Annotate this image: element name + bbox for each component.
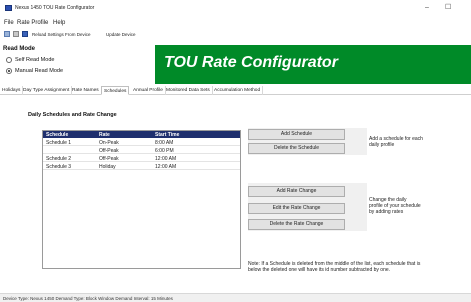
save-icon[interactable] — [13, 31, 19, 37]
open-icon[interactable] — [4, 31, 10, 37]
menu-bar: File Rate Profile Help — [0, 20, 471, 29]
table-row[interactable]: Schedule 2 Off-Peak 12:00 AM — [43, 155, 240, 162]
schedule-actions-description: Add a schedule for each daily profile — [369, 136, 423, 148]
toolbar: Reload Settings From Device Update Devic… — [0, 30, 471, 40]
cell-schedule: Schedule 1 — [46, 140, 72, 146]
column-header-start-time[interactable]: Start Time — [155, 132, 179, 138]
menu-file[interactable]: File — [4, 20, 14, 26]
schedule-actions-group: Add Schedule Delete the Schedule — [248, 128, 367, 155]
tab-rate-names[interactable]: Rate Names — [70, 86, 102, 95]
tab-accumulation-method[interactable]: Accumulation Method — [212, 86, 264, 95]
cell-rate: Holiday — [99, 164, 116, 170]
column-header-rate[interactable]: Rate — [99, 132, 110, 138]
self-read-mode-radio[interactable] — [6, 57, 12, 63]
schedules-panel: Daily Schedules and Rate Change Schedule… — [0, 95, 471, 293]
delete-rate-change-button[interactable]: Delete the Rate Change — [248, 219, 345, 230]
tab-bar: Holidays Day Type Assignment Rate Names … — [0, 86, 471, 95]
table-row[interactable]: Schedule 1 On-Peak 8:00 AM — [43, 139, 240, 146]
app-icon — [5, 5, 12, 11]
status-text: Device Type: Nexus 1450 Demand Type: Blo… — [3, 296, 173, 301]
table-header: Schedule Rate Start Time — [43, 131, 240, 138]
tab-day-type-assignment[interactable]: Day Type Assignment — [21, 86, 73, 95]
schedule-table[interactable]: Schedule Rate Start Time Schedule 1 On-P… — [42, 130, 241, 269]
cell-start-time: 12:00 AM — [155, 156, 177, 162]
table-row[interactable]: Off-Peak 6:00 PM — [43, 147, 240, 154]
rate-actions-description: Change the daily profile of your schedul… — [369, 197, 421, 215]
tab-monitored-data-sets[interactable]: Monitored Data Sets — [164, 86, 213, 95]
tab-schedules[interactable]: Schedules — [101, 86, 130, 95]
manual-read-mode-label: Manual Read Mode — [15, 68, 64, 74]
deletion-note: Note: If a Schedule is deleted from the … — [248, 261, 421, 273]
menu-help[interactable]: Help — [53, 20, 65, 26]
delete-schedule-button[interactable]: Delete the Schedule — [248, 143, 345, 154]
cell-schedule: Schedule 2 — [46, 156, 72, 162]
column-header-schedule[interactable]: Schedule — [46, 132, 68, 138]
cell-start-time: 8:00 AM — [155, 140, 174, 146]
maximize-button[interactable]: ☐ — [445, 4, 451, 11]
minimize-button[interactable]: – — [425, 4, 429, 11]
rate-actions-group: Add Rate Change Edit the Rate Change Del… — [248, 183, 367, 231]
edit-rate-change-button[interactable]: Edit the Rate Change — [248, 203, 345, 214]
add-rate-change-button[interactable]: Add Rate Change — [248, 186, 345, 197]
window-title: Nexus 1450 TOU Rate Configurator — [15, 5, 95, 11]
cell-schedule: Schedule 3 — [46, 164, 72, 170]
add-schedule-button[interactable]: Add Schedule — [248, 129, 345, 140]
cell-rate: On-Peak — [99, 140, 119, 146]
self-read-mode-label: Self Read Mode — [15, 57, 55, 63]
tab-annual-profile[interactable]: Annual Profile — [131, 86, 166, 95]
cell-rate: Off-Peak — [99, 148, 119, 154]
table-row[interactable]: Schedule 3 Holiday 12:00 AM — [43, 163, 240, 170]
cell-start-time: 12:00 AM — [155, 164, 177, 170]
status-bar: Device Type: Nexus 1450 Demand Type: Blo… — [0, 293, 471, 302]
cell-start-time: 6:00 PM — [155, 148, 174, 154]
update-device-button[interactable]: Update Device — [106, 32, 136, 37]
reload-settings-button[interactable]: Reload Settings From Device — [32, 32, 91, 37]
menu-rate-profile[interactable]: Rate Profile — [17, 20, 48, 26]
manual-read-mode-radio[interactable] — [6, 68, 12, 74]
title-bar: Nexus 1450 TOU Rate Configurator – ☐ — [0, 0, 471, 17]
read-mode-title: Read Mode — [3, 46, 36, 52]
tab-holidays[interactable]: Holidays — [0, 86, 24, 95]
banner: TOU Rate Configurator — [155, 45, 471, 84]
cell-rate: Off-Peak — [99, 156, 119, 162]
section-title: Daily Schedules and Rate Change — [28, 112, 117, 118]
banner-title: TOU Rate Configurator — [164, 54, 338, 71]
disk-icon[interactable] — [22, 31, 28, 37]
